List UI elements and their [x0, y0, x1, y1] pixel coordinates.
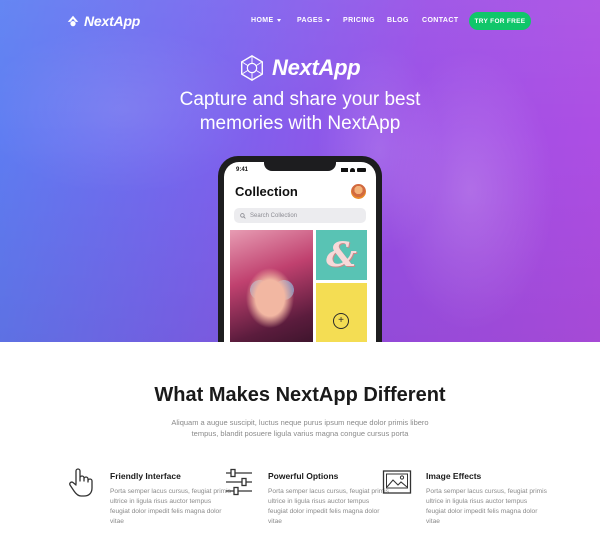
try-for-free-button[interactable]: TRY FOR FREE	[469, 12, 531, 30]
phone-screen: 9:41 Collection Search Collection & +	[224, 162, 376, 342]
search-icon	[240, 212, 246, 219]
sliders-icon	[226, 468, 252, 496]
section-title: What Makes NextApp Different	[154, 384, 446, 406]
headline-line: Capture and share your best	[179, 89, 421, 110]
feature-title: Friendly Interface	[110, 471, 181, 481]
nav-item-pages[interactable]: PAGES	[297, 17, 330, 24]
photo-tile-ampersand[interactable]: &	[316, 230, 367, 280]
hero-brand: NextApp	[238, 54, 361, 82]
photo-tile-add: +	[316, 283, 367, 342]
top-navbar: NextApp HOME PAGES PRICING BLOG CONTACT …	[0, 0, 600, 42]
nav-item-label: HOME	[251, 17, 274, 24]
hand-pointer-icon	[69, 468, 93, 497]
avatar[interactable]	[351, 184, 366, 199]
feature-title: Powerful Options	[268, 471, 339, 481]
nav-item-pricing[interactable]: PRICING	[343, 17, 375, 24]
brand-name: NextApp	[272, 55, 361, 80]
hero-section: NextApp HOME PAGES PRICING BLOG CONTACT …	[0, 0, 600, 342]
status-time: 9:41	[236, 167, 249, 173]
photo-tile-portrait[interactable]	[230, 230, 313, 342]
nav-item-label: BLOG	[387, 17, 409, 24]
nav-item-label: CONTACT	[422, 17, 459, 24]
phone-mockup: 9:41 Collection Search Collection & +	[218, 156, 382, 342]
logo[interactable]: NextApp	[66, 13, 140, 29]
chevron-down-icon	[276, 19, 281, 22]
chevron-down-icon	[326, 19, 330, 22]
feature-description: Porta semper lacus cursus, feugiat primi…	[110, 488, 231, 525]
logo-icon	[67, 15, 79, 27]
nav-item-label: PRICING	[343, 17, 375, 24]
logo-text: NextApp	[84, 13, 141, 29]
hero-headline: Capture and share your best memories wit…	[0, 88, 600, 136]
battery-icon	[357, 168, 366, 172]
feature-description: Porta semper lacus cursus, feugiat primi…	[268, 488, 389, 525]
search-placeholder: Search Collection	[250, 212, 298, 219]
feature-powerful-options: Powerful Options Porta semper lacus curs…	[224, 466, 389, 532]
feature-image-effects: Image Effects Porta semper lacus cursus,…	[382, 466, 547, 532]
brand-hexagon-icon	[241, 55, 263, 81]
nav-item-label: PAGES	[297, 17, 323, 24]
phone-notch	[264, 162, 336, 171]
wifi-icon	[350, 168, 355, 172]
search-input[interactable]: Search Collection	[234, 208, 366, 223]
headline-line: memories with NextApp	[199, 113, 401, 134]
ampersand-glyph: &	[326, 235, 357, 275]
status-icons	[341, 168, 366, 172]
collection-title: Collection	[235, 184, 298, 199]
image-icon	[382, 470, 412, 494]
nav-item-contact[interactable]: CONTACT	[422, 17, 459, 24]
signal-icon	[341, 168, 348, 172]
feature-friendly-interface: Friendly Interface Porta semper lacus cu…	[66, 466, 231, 532]
nav-item-blog[interactable]: BLOG	[387, 17, 409, 24]
feature-description: Porta semper lacus cursus, feugiat primi…	[426, 488, 547, 525]
section-subtitle: Aliquam a augue suscipit, luctus neque p…	[171, 418, 429, 438]
add-photo-button[interactable]: +	[333, 313, 349, 329]
nav-item-home[interactable]: HOME	[251, 17, 281, 24]
feature-title: Image Effects	[426, 471, 482, 481]
